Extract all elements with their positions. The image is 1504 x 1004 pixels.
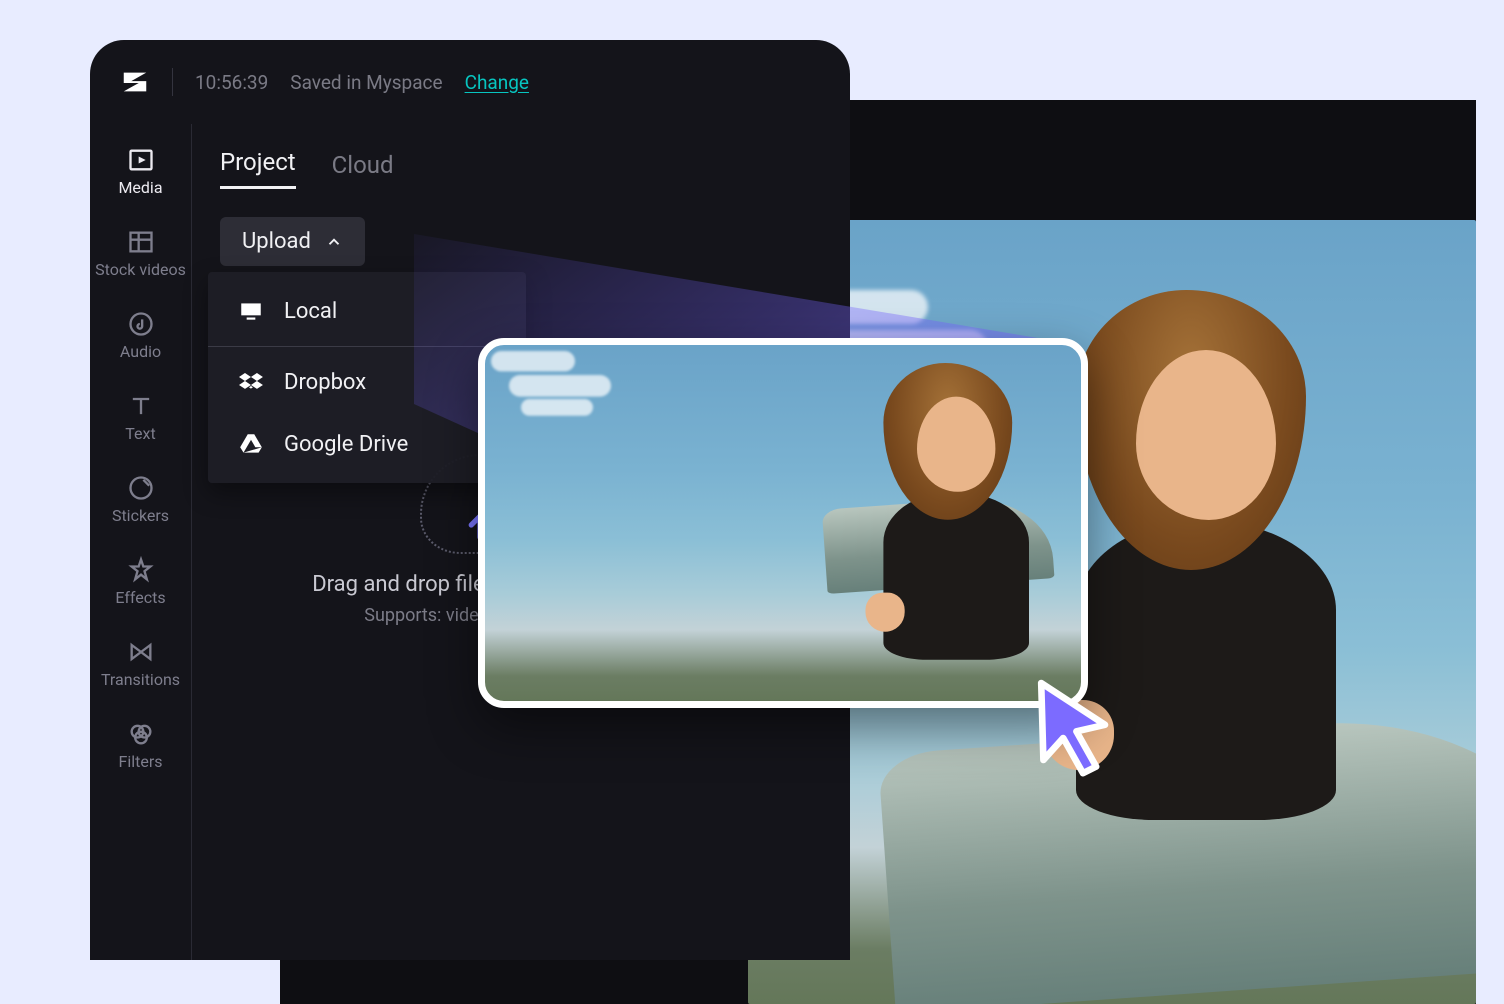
stage: Player [0, 0, 1504, 1004]
upload-button-label: Upload [242, 229, 311, 254]
effects-icon [127, 556, 155, 584]
tab-project[interactable]: Project [220, 148, 296, 189]
sidebar-item-effects[interactable]: Effects [90, 550, 191, 612]
cursor-icon [1028, 672, 1138, 782]
tab-cloud[interactable]: Cloud [332, 151, 394, 189]
sidebar-item-label: Audio [120, 344, 161, 360]
audio-icon [127, 310, 155, 338]
sidebar-item-text[interactable]: Text [90, 386, 191, 448]
transitions-icon [127, 638, 155, 666]
divider [208, 346, 526, 347]
change-location-link[interactable]: Change [465, 71, 529, 94]
computer-icon [238, 298, 264, 324]
editor-topbar: 10:56:39 Saved in Myspace Change [90, 40, 850, 124]
sidebar-item-label: Stickers [112, 508, 169, 524]
sidebar-item-label: Stock videos [95, 262, 186, 278]
sidebar-item-filters[interactable]: Filters [90, 714, 191, 776]
app-logo-icon [120, 67, 150, 97]
sidebar-item-label: Filters [118, 754, 162, 770]
sidebar-item-label: Effects [115, 590, 165, 606]
saved-location-label: Saved in Myspace [290, 71, 442, 94]
saved-time: 10:56:39 [195, 71, 268, 94]
filters-icon [127, 720, 155, 748]
panel-tabs: Project Cloud [220, 148, 822, 189]
menu-item-label: Google Drive [284, 432, 408, 457]
menu-item-label: Dropbox [284, 370, 366, 395]
upload-option-local[interactable]: Local [208, 280, 526, 342]
sidebar-item-label: Transitions [101, 672, 180, 688]
dropbox-icon [238, 369, 264, 395]
sidebar-item-stickers[interactable]: Stickers [90, 468, 191, 530]
sidebar-item-label: Media [118, 180, 162, 196]
chevron-up-icon [325, 233, 343, 251]
sidebar-item-media[interactable]: Media [90, 140, 191, 202]
stock-videos-icon [127, 228, 155, 256]
menu-item-label: Local [284, 299, 337, 324]
subject-person [844, 363, 1057, 665]
sidebar-item-audio[interactable]: Audio [90, 304, 191, 366]
sidebar-item-label: Text [125, 426, 155, 442]
sidebar-item-transitions[interactable]: Transitions [90, 632, 191, 694]
upload-button[interactable]: Upload [220, 217, 365, 266]
text-icon [127, 392, 155, 420]
stickers-icon [127, 474, 155, 502]
google-drive-icon [238, 431, 264, 457]
sidebar: Media Stock videos Audio Text Stickers [90, 124, 192, 960]
drag-preview-thumbnail[interactable] [478, 338, 1088, 708]
sidebar-item-stock-videos[interactable]: Stock videos [90, 222, 191, 284]
divider [172, 68, 173, 96]
media-icon [127, 146, 155, 174]
